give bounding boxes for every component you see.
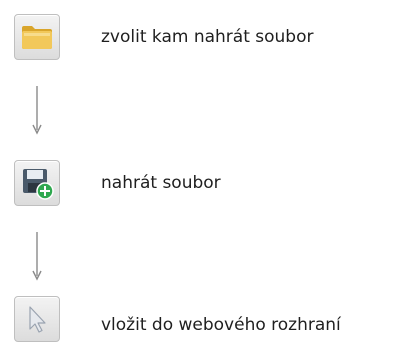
step-label: nahrát soubor — [101, 173, 221, 193]
folder-icon — [22, 26, 52, 49]
down-arrow-icon — [32, 86, 42, 135]
upload-file-button[interactable] — [14, 160, 60, 206]
save-add-icon — [23, 169, 54, 200]
down-arrow-icon — [32, 232, 42, 281]
choose-folder-button[interactable] — [14, 14, 60, 60]
step-label: vložit do webového rozhraní — [101, 315, 341, 335]
cursor-arrow-icon — [29, 306, 46, 333]
step-label: zvolit kam nahrát soubor — [101, 27, 314, 47]
insert-web-button[interactable] — [14, 296, 60, 342]
